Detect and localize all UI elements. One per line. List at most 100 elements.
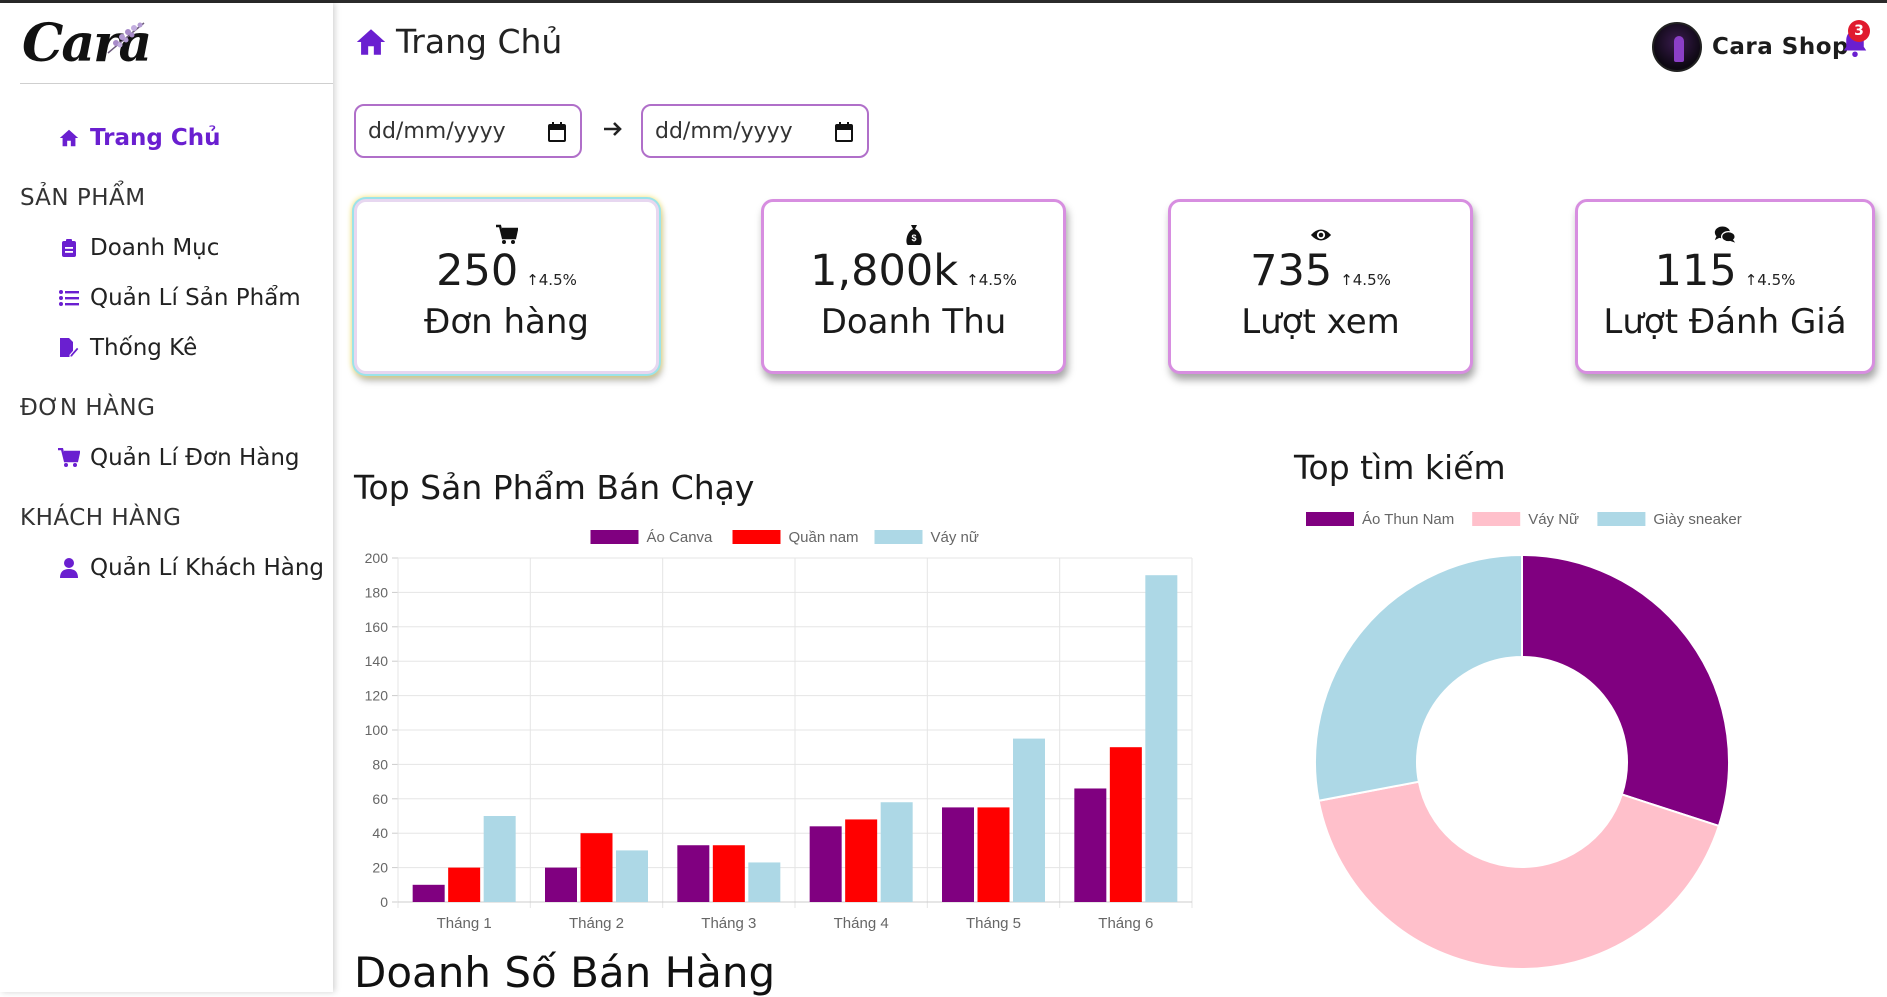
sidebar-item-manage-customers[interactable]: Quản Lí Khách Hàng: [58, 555, 324, 581]
y-tick-label: 180: [365, 584, 389, 600]
cart-icon: [495, 224, 518, 244]
bar: [412, 884, 445, 902]
home-icon: [354, 25, 388, 59]
calendar-icon[interactable]: [548, 122, 566, 142]
clipboard-icon: [58, 237, 80, 259]
bar: [545, 867, 577, 902]
avatar[interactable]: [1652, 22, 1702, 72]
stat-value: 250: [436, 246, 519, 296]
page-title-text: Trang Chủ: [396, 22, 563, 61]
legend-swatch: [1597, 512, 1646, 526]
user-name: Cara Shop: [1712, 34, 1849, 60]
bar: [580, 833, 613, 902]
y-tick-label: 120: [365, 688, 389, 704]
legend-label: Áo Canva: [647, 529, 714, 546]
x-tick-label: Tháng 6: [1098, 915, 1153, 932]
arrow-right-icon: [604, 122, 622, 136]
bar: [1109, 747, 1142, 902]
page-title: Trang Chủ: [354, 22, 562, 61]
stat-card-reviews[interactable]: 115 ↑4.5% Lượt Đánh Giá: [1575, 199, 1875, 374]
donut-chart: Áo Thun Nam Váy Nữ Giày sneaker: [1306, 511, 1742, 970]
stat-change: ↑4.5%: [526, 271, 577, 289]
donut-slice: [1317, 780, 1721, 970]
stat-label: Đơn hàng: [423, 302, 590, 342]
y-tick-label: 160: [365, 619, 389, 635]
y-tick-label: 20: [372, 860, 388, 876]
date-from-input[interactable]: dd/mm/yyyy: [354, 104, 582, 158]
bar: [809, 826, 842, 902]
bar: [1145, 575, 1178, 902]
y-tick-label: 200: [365, 550, 389, 566]
x-tick-label: Tháng 5: [966, 915, 1021, 932]
sidebar-item-label: Quản Lí Khách Hàng: [90, 555, 325, 581]
stat-value: 115: [1654, 246, 1737, 296]
sidebar-item-label: Doanh Mục: [90, 235, 220, 261]
donut-slice: [1521, 553, 1730, 828]
legend-label: Áo Thun Nam: [1362, 511, 1454, 528]
x-tick-label: Tháng 3: [701, 915, 756, 932]
date-to-input[interactable]: dd/mm/yyyy: [641, 104, 869, 158]
stat-label: Lượt xem: [1241, 302, 1400, 342]
bar: [616, 850, 648, 902]
svg-text:$: $: [911, 233, 916, 243]
y-tick-label: 0: [380, 894, 388, 910]
sales-section-title: Doanh Số Bán Hàng: [354, 948, 776, 997]
sidebar-item-label: Trang Chủ: [90, 125, 221, 151]
date-to-placeholder: dd/mm/yyyy: [655, 118, 793, 144]
bar-chart-title: Top Sản Phẩm Bán Chạy: [354, 468, 755, 507]
file-edit-icon: [58, 337, 80, 359]
sidebar-item-label: Quản Lí Đơn Hàng: [90, 445, 300, 471]
legend-label: Giày sneaker: [1653, 511, 1741, 528]
y-tick-label: 40: [372, 825, 388, 841]
bar: [942, 807, 974, 902]
bar: [977, 807, 1010, 902]
stat-label: Doanh Thu: [820, 302, 1007, 342]
bar: [748, 862, 781, 902]
bar: [880, 802, 913, 902]
calendar-icon[interactable]: [835, 122, 853, 142]
sidebar-item-categories[interactable]: Doanh Mục: [58, 235, 219, 261]
x-tick-label: Tháng 2: [569, 915, 624, 932]
legend-swatch: [1472, 512, 1521, 526]
user-profile[interactable]: Cara Shop: [1652, 22, 1849, 72]
cart-icon: [58, 447, 80, 469]
sidebar: Cara Trang Chủ SẢN PHẨM Doanh Mục Quản L…: [0, 3, 333, 992]
sidebar-item-label: Thống Kê: [90, 335, 198, 361]
sidebar-item-manage-orders[interactable]: Quản Lí Đơn Hàng: [58, 445, 300, 471]
donut-slice: [1314, 553, 1523, 802]
sidebar-section-products: SẢN PHẨM: [20, 185, 146, 211]
legend-label: Váy nữ: [931, 529, 979, 546]
sidebar-item-home[interactable]: Trang Chủ: [58, 125, 221, 151]
y-tick-label: 60: [372, 791, 388, 807]
legend-swatch: [590, 530, 639, 544]
money-bag-icon: $: [905, 225, 922, 245]
donut-chart-title: Top tìm kiếm: [1294, 448, 1506, 487]
stat-card-orders[interactable]: 250 ↑4.5% Đơn hàng: [354, 199, 659, 374]
bar: [483, 816, 516, 902]
sidebar-section-orders: ĐƠN HÀNG: [20, 395, 156, 421]
y-tick-label: 80: [372, 756, 388, 772]
bar: [1074, 788, 1107, 902]
legend-swatch: [1306, 512, 1354, 526]
sidebar-item-statistics[interactable]: Thống Kê: [58, 335, 197, 361]
x-tick-label: Tháng 4: [834, 915, 889, 932]
y-tick-label: 140: [365, 653, 389, 669]
user-icon: [58, 557, 80, 579]
stat-card-views[interactable]: 735 ↑4.5% Lượt xem: [1168, 199, 1473, 374]
sidebar-divider: [20, 83, 333, 84]
bar: [845, 819, 878, 902]
stat-value: 1,800k: [810, 246, 959, 296]
legend-swatch: [874, 530, 923, 544]
list-icon: [58, 287, 80, 309]
bar: [712, 845, 745, 902]
stat-label: Lượt Đánh Giá: [1603, 302, 1847, 342]
bar: [448, 867, 481, 902]
comments-icon: [1714, 226, 1736, 243]
sidebar-item-manage-products[interactable]: Quản Lí Sản Phẩm: [58, 285, 301, 311]
bar-chart: Áo Canva Quần nam Váy nữ 0 20 40 60 80 100 120 140…: [365, 529, 1193, 932]
x-tick-label: Tháng 1: [437, 915, 492, 932]
stat-change: ↑4.5%: [1744, 271, 1796, 289]
date-from-placeholder: dd/mm/yyyy: [368, 118, 506, 144]
y-tick-label: 100: [365, 722, 389, 738]
stat-card-revenue[interactable]: $ 1,800k ↑4.5% Doanh Thu: [761, 199, 1066, 374]
